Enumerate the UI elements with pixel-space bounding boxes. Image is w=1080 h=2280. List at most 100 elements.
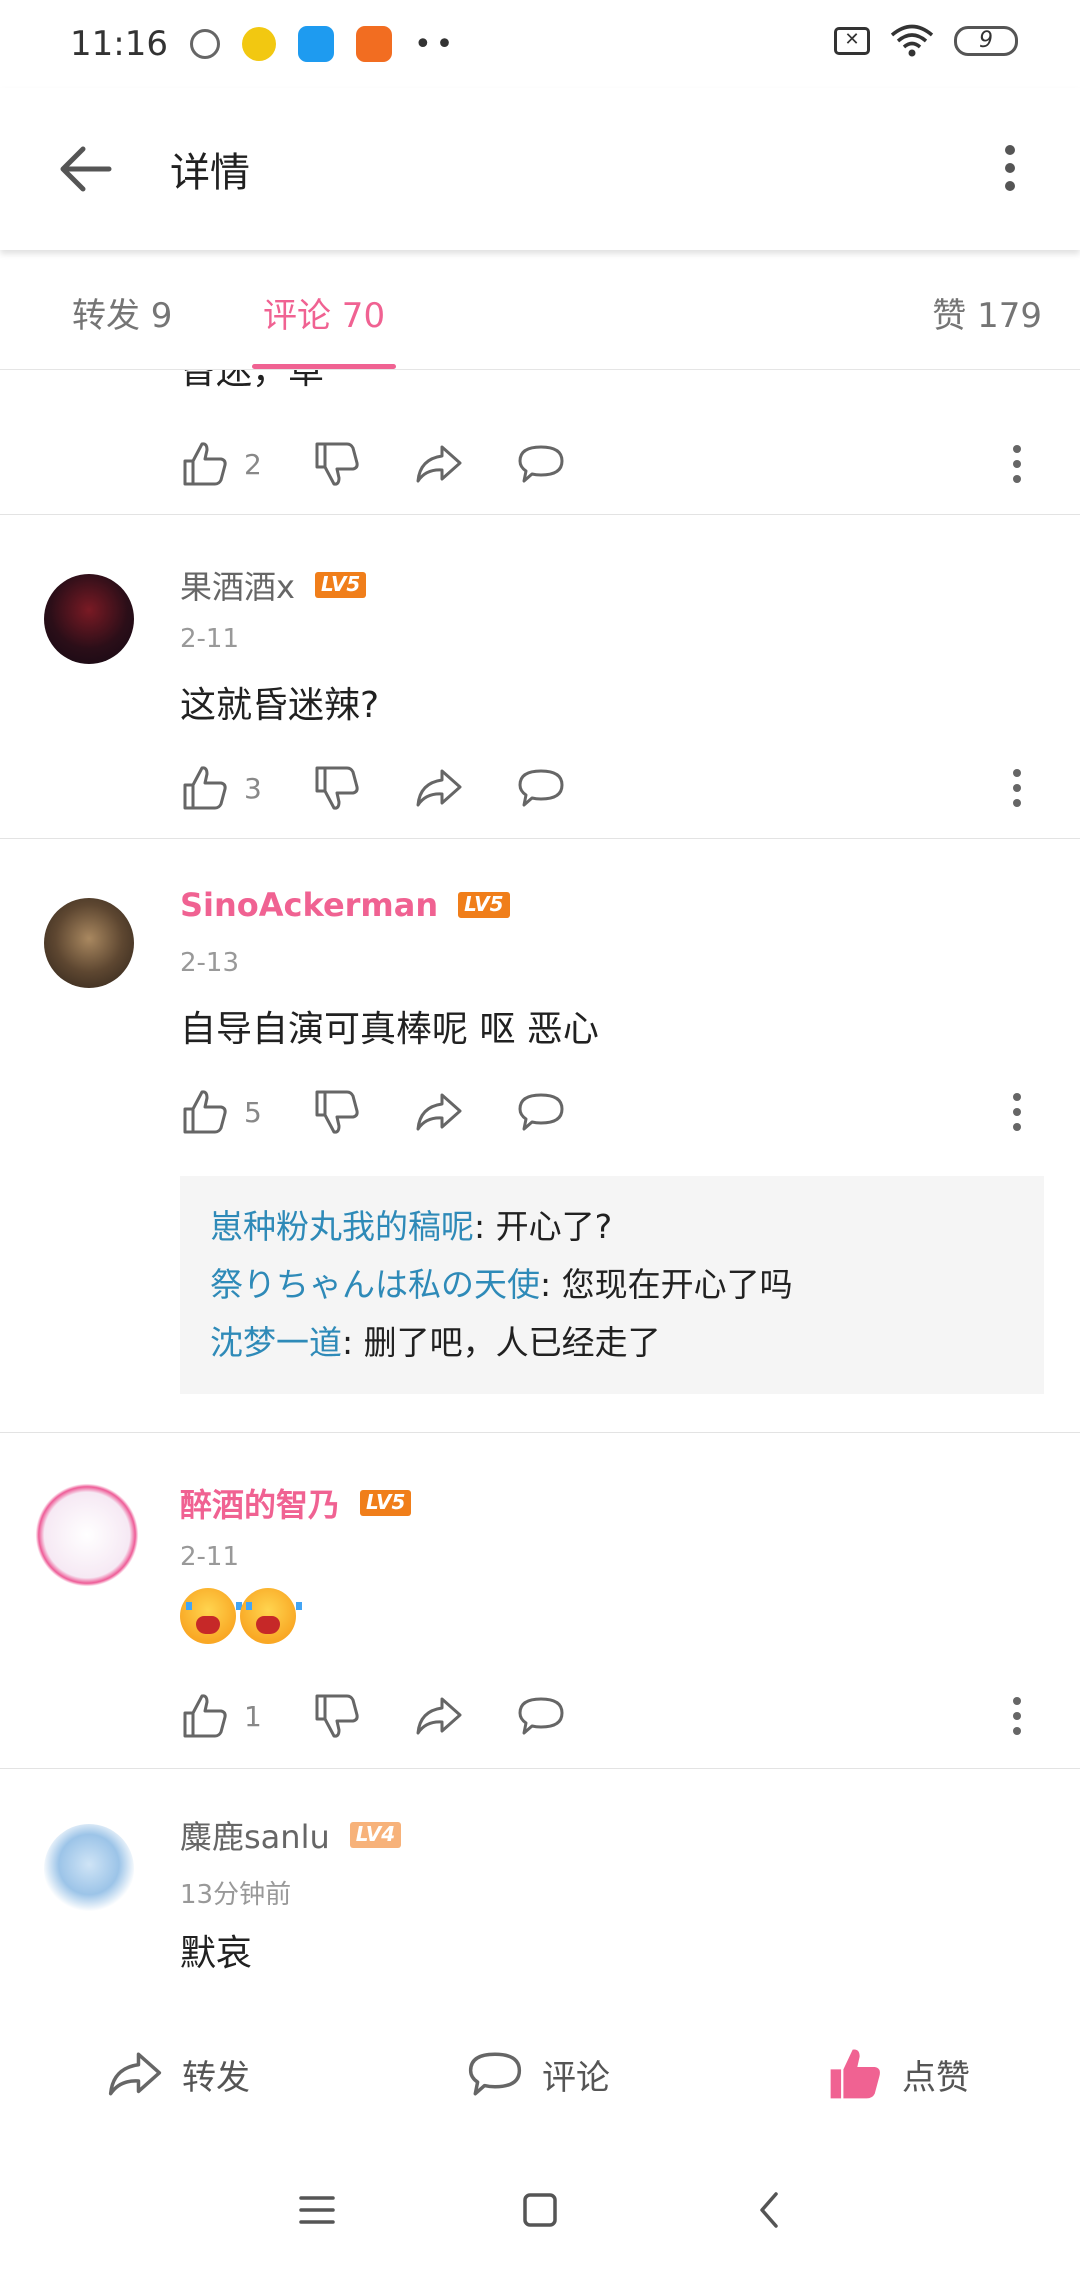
comment-date: 13分钟前 — [180, 1880, 292, 1910]
more-dot — [1013, 1727, 1021, 1735]
more-dot — [1013, 1697, 1021, 1705]
reply-text: : 您现在开心了吗 — [540, 1265, 793, 1304]
level-badge: LV5 — [314, 572, 367, 598]
dislike-button[interactable] — [312, 434, 362, 494]
more-dot — [1013, 460, 1021, 468]
reply-username[interactable]: 祭りちゃんは私の天使 — [210, 1265, 540, 1304]
share-button[interactable] — [414, 758, 464, 818]
comment-more-button[interactable] — [1002, 1082, 1032, 1142]
more-dot — [1005, 163, 1015, 173]
comment-more-button[interactable] — [1002, 1686, 1032, 1746]
username-text: 醉酒的智乃 — [180, 1486, 341, 1524]
like-post-button[interactable]: 点赞 — [826, 2045, 970, 2103]
reply-username[interactable]: 崽种粉丸我的稿呢 — [210, 1207, 474, 1246]
reply-item: 祭りちゃんは私の天使: 您现在开心了吗 — [210, 1256, 1014, 1314]
share-button[interactable] — [414, 1082, 464, 1142]
reply-item: 沈梦一道: 删了吧，人已经走了 — [210, 1314, 1014, 1372]
thumbs-up-icon — [180, 1691, 230, 1741]
comment-icon — [516, 1691, 566, 1741]
comment-text: 昏迷，草 — [180, 370, 325, 392]
tab-repost[interactable]: 转发 9 — [72, 288, 172, 337]
more-dot — [1005, 145, 1015, 155]
tab-comments[interactable]: 评论 70 — [263, 288, 385, 337]
like-button[interactable]: 2 — [180, 434, 262, 494]
menu-icon[interactable] — [295, 2188, 339, 2232]
thumbs-up-icon — [180, 1087, 230, 1137]
comment-actions: 3 — [180, 758, 1040, 818]
avatar[interactable] — [44, 898, 134, 988]
comment-more-button[interactable] — [1002, 434, 1032, 494]
thumbs-down-icon — [312, 439, 362, 489]
like-count: 2 — [244, 447, 262, 481]
reply-button[interactable] — [516, 1686, 566, 1746]
home-icon[interactable] — [518, 2188, 562, 2232]
wifi-icon — [890, 24, 934, 57]
like-button[interactable]: 5 — [180, 1082, 262, 1142]
page-title: 详情 — [170, 150, 250, 196]
repost-button[interactable]: 转发 — [106, 2045, 250, 2103]
dislike-button[interactable] — [312, 758, 362, 818]
avatar[interactable] — [44, 1824, 134, 1914]
thumbs-up-icon — [180, 763, 230, 813]
thumbs-down-icon — [312, 763, 362, 813]
reply-username[interactable]: 沈梦一道 — [210, 1323, 342, 1362]
more-dot — [1005, 181, 1015, 191]
reply-button[interactable] — [516, 434, 566, 494]
share-icon — [414, 763, 464, 813]
comment-list[interactable]: 昏迷，草 2 果酒酒x LV5 2-11 这就昏迷辣? 3 SinoAckerm… — [0, 370, 1080, 2010]
like-button[interactable]: 3 — [180, 758, 262, 818]
comment-actions: 5 — [180, 1082, 1040, 1142]
level-badge: LV5 — [360, 1490, 412, 1516]
avatar[interactable] — [32, 1480, 142, 1590]
sim-missing-icon: ✕ — [834, 27, 870, 55]
dislike-button[interactable] — [312, 1686, 362, 1746]
qq-music-icon — [241, 27, 276, 61]
thumbs-up-icon — [180, 439, 230, 489]
comment-username[interactable]: 醉酒的智乃 LV5 — [180, 1480, 412, 1526]
reply-item: 崽种粉丸我的稿呢: 开心了? — [210, 1198, 1014, 1256]
level-badge: LV4 — [349, 1822, 402, 1848]
avatar[interactable] — [44, 574, 134, 664]
repost-label: 转发 — [182, 2057, 250, 2098]
more-dot — [1013, 1093, 1021, 1101]
comment-username[interactable]: 麋鹿sanlu LV4 — [180, 1812, 402, 1858]
username-text: SinoAckerman — [180, 886, 439, 924]
comment-username[interactable]: SinoAckerman LV5 — [180, 886, 510, 924]
username-text: 果酒酒x — [180, 568, 295, 606]
comment-text: 这就昏迷辣? — [180, 685, 380, 726]
comment-more-button[interactable] — [1002, 758, 1032, 818]
divider — [0, 1768, 1080, 1769]
like-button[interactable]: 1 — [180, 1686, 262, 1746]
reply-text: : 开心了? — [474, 1207, 613, 1246]
back-nav-icon[interactable] — [748, 2188, 792, 2232]
comment-text: 默哀 — [180, 1933, 253, 1974]
more-dot — [1013, 1123, 1021, 1131]
dislike-button[interactable] — [312, 1082, 362, 1142]
comment-username[interactable]: 果酒酒x LV5 — [180, 562, 367, 608]
comment-button[interactable]: 评论 — [466, 2045, 610, 2103]
reply-button[interactable] — [516, 758, 566, 818]
more-notifications-icon: •• — [413, 26, 458, 62]
app-notification-icon — [297, 26, 334, 62]
alarm-icon — [189, 29, 220, 59]
back-button[interactable] — [0, 88, 170, 250]
thumbs-up-filled-icon — [830, 2049, 880, 2099]
tab-likes[interactable]: 赞 179 — [932, 288, 1042, 337]
reply-preview[interactable]: 崽种粉丸我的稿呢: 开心了? 祭りちゃんは私の天使: 您现在开心了吗 沈梦一道:… — [180, 1176, 1044, 1394]
thumbs-down-icon — [312, 1691, 362, 1741]
comment-date: 2-11 — [180, 1542, 240, 1572]
share-button[interactable] — [414, 434, 464, 494]
more-options-button[interactable] — [980, 128, 1040, 208]
comment-text: 自导自演可真棒呢 呕 恶心 — [180, 1009, 599, 1050]
comment-emoji-row — [180, 1588, 302, 1653]
status-time: 11:16 — [70, 24, 168, 64]
reply-button[interactable] — [516, 1082, 566, 1142]
share-button[interactable] — [414, 1686, 464, 1746]
divider — [0, 838, 1080, 839]
more-dot — [1013, 1712, 1021, 1720]
more-dot — [1013, 445, 1021, 453]
share-icon — [414, 439, 464, 489]
like-count: 1 — [244, 1699, 262, 1733]
crying-face-icon — [240, 1588, 302, 1644]
comment-icon — [516, 1087, 566, 1137]
